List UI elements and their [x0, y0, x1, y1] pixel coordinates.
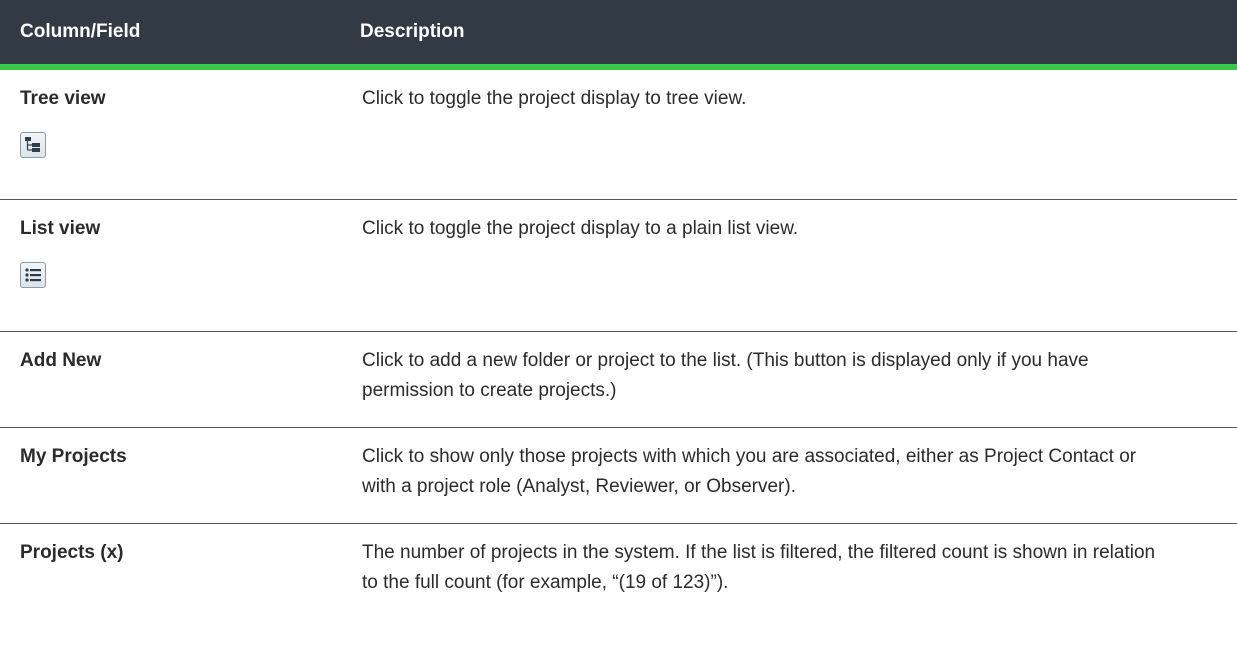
- field-name: My Projects: [20, 446, 127, 467]
- list-view-icon[interactable]: [20, 262, 46, 288]
- field-cell: Add New: [0, 332, 352, 427]
- field-cell: Projects (x): [0, 524, 352, 624]
- table-row: Tree view Click to toggle the project di…: [0, 70, 1237, 200]
- documentation-table: Column/Field Description Tree view Click…: [0, 0, 1237, 624]
- table-row: List view Click to toggle the project di…: [0, 200, 1237, 332]
- tree-view-icon[interactable]: [20, 132, 46, 158]
- table-row: Add New Click to add a new folder or pro…: [0, 332, 1237, 428]
- header-description: Description: [360, 21, 465, 42]
- description-text: Click to toggle the project display to t…: [362, 88, 747, 109]
- description-text: Click to add a new folder or project to …: [362, 350, 1089, 401]
- description-cell: Click to add a new folder or project to …: [352, 332, 1237, 427]
- field-cell: My Projects: [0, 428, 352, 523]
- table-row: My Projects Click to show only those pro…: [0, 428, 1237, 524]
- description-cell: Click to show only those projects with w…: [352, 428, 1237, 523]
- table-row: Projects (x) The number of projects in t…: [0, 524, 1237, 624]
- description-text: Click to toggle the project display to a…: [362, 218, 799, 239]
- field-name: Projects (x): [20, 542, 124, 563]
- field-name: Tree view: [20, 88, 106, 109]
- description-cell: Click to toggle the project display to a…: [352, 200, 1237, 331]
- field-cell: Tree view: [0, 70, 352, 199]
- field-name: List view: [20, 218, 101, 239]
- header-column-field: Column/Field: [20, 21, 141, 42]
- table-header: Column/Field Description: [0, 0, 1237, 70]
- description-cell: The number of projects in the system. If…: [352, 524, 1237, 624]
- field-cell: List view: [0, 200, 352, 331]
- description-text: The number of projects in the system. If…: [362, 542, 1156, 593]
- field-name: Add New: [20, 350, 102, 371]
- description-cell: Click to toggle the project display to t…: [352, 70, 1237, 199]
- description-text: Click to show only those projects with w…: [362, 446, 1137, 497]
